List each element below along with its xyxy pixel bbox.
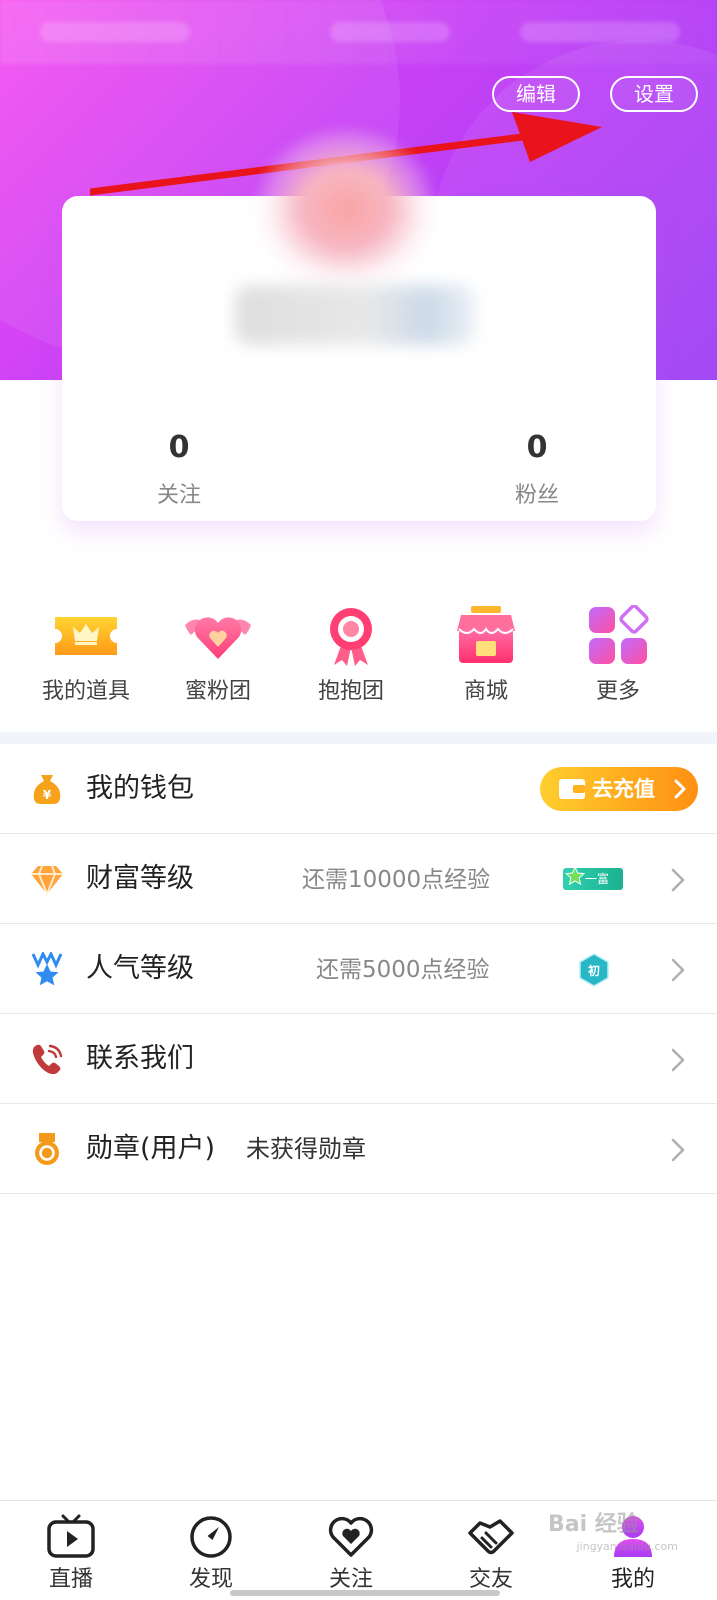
money-bag-icon: ¥ <box>33 775 61 804</box>
quick-fan-club-label: 蜜粉团 <box>184 679 251 704</box>
quick-actions-row: 我的道具 蜜粉团 抱抱团 商城 更多 <box>0 605 717 715</box>
menu-row-medals[interactable]: 勋章(用户) 未获得勋章 <box>0 1104 717 1194</box>
heart-icon <box>328 1516 374 1557</box>
home-indicator[interactable] <box>230 1590 500 1596</box>
tab-discover-label: 发现 <box>188 1567 233 1592</box>
tab-live[interactable]: 直播 <box>26 1513 116 1593</box>
tab-me-label: 我的 <box>610 1567 655 1592</box>
popularity-title: 人气等级 <box>86 953 194 984</box>
winged-heart-icon <box>185 617 251 659</box>
tab-follow-label: 关注 <box>328 1567 373 1592</box>
popularity-progress-text: 还需5000点经验 <box>316 957 490 983</box>
quick-my-props-label: 我的道具 <box>41 679 130 704</box>
chevron-right-icon <box>674 779 686 799</box>
following-label: 关注 <box>156 483 201 508</box>
following-stat[interactable]: 0 关注 <box>99 427 259 509</box>
wealth-badge-text: 一富 <box>585 872 610 886</box>
medals-title: 勋章(用户) <box>86 1133 216 1164</box>
tab-follow[interactable]: 关注 <box>306 1513 396 1593</box>
star-icon <box>565 866 585 886</box>
chevron-right-icon <box>671 958 685 982</box>
menu-list: ¥ 我的钱包 去充值 财富等级 还需10000点经验 一富 人气等级 还需500… <box>0 744 717 1194</box>
status-bar-blurred <box>0 0 717 64</box>
phone-icon <box>32 1044 63 1075</box>
settings-button[interactable]: 设置 <box>610 76 698 112</box>
medals-status: 未获得勋章 <box>246 1135 366 1163</box>
menu-row-wallet[interactable]: ¥ 我的钱包 去充值 <box>0 744 717 834</box>
wallet-title: 我的钱包 <box>86 773 194 804</box>
watermark: Bai 经验 jingyan.baidu.com <box>548 1506 678 1553</box>
star-medal-icon <box>31 952 63 986</box>
quick-my-props[interactable]: 我的道具 <box>16 605 156 705</box>
quick-shop-label: 商城 <box>463 679 508 704</box>
quick-hug-group-label: 抱抱团 <box>317 679 384 704</box>
chevron-right-icon <box>671 1048 685 1072</box>
ticket-crown-icon <box>55 617 117 655</box>
tv-play-icon <box>47 1514 95 1558</box>
quick-more[interactable]: 更多 <box>548 605 688 705</box>
quick-shop[interactable]: 商城 <box>416 605 556 705</box>
chevron-right-icon <box>671 868 685 892</box>
wealth-progress-text: 还需10000点经验 <box>302 867 491 893</box>
svg-text:¥: ¥ <box>43 788 52 802</box>
ribbon-badge-icon <box>330 608 372 666</box>
diamond-icon <box>31 865 63 896</box>
quick-hug-group[interactable]: 抱抱团 <box>281 605 421 705</box>
fans-count: 0 <box>526 430 548 465</box>
menu-row-wealth-level[interactable]: 财富等级 还需10000点经验 一富 <box>0 834 717 924</box>
recharge-label: 去充值 <box>592 777 655 801</box>
contact-title: 联系我们 <box>86 1043 194 1074</box>
wealth-level-badge: 一富 <box>563 866 623 890</box>
fans-label: 粉丝 <box>514 483 559 508</box>
compass-icon <box>190 1516 232 1558</box>
menu-row-contact-us[interactable]: 联系我们 <box>0 1014 717 1104</box>
watermark-text: Bai 经验 <box>548 1512 639 1537</box>
quick-more-label: 更多 <box>595 679 640 704</box>
svg-text:初: 初 <box>588 963 600 978</box>
more-grid-icon <box>589 605 649 664</box>
chevron-right-icon <box>671 1138 685 1162</box>
following-count: 0 <box>168 430 190 465</box>
tab-friends[interactable]: 交友 <box>446 1513 536 1593</box>
wealth-title: 财富等级 <box>86 863 194 894</box>
watermark-subtext: jingyan.baidu.com <box>576 1540 678 1553</box>
fans-stat[interactable]: 0 粉丝 <box>457 427 617 509</box>
medal-icon <box>35 1133 59 1165</box>
wallet-icon <box>559 779 585 799</box>
popularity-level-badge: 初 <box>579 953 609 987</box>
handshake-icon <box>468 1519 514 1555</box>
menu-row-popularity-level[interactable]: 人气等级 还需5000点经验 初 <box>0 924 717 1014</box>
username-blurred <box>235 285 475 345</box>
section-divider <box>0 732 717 744</box>
quick-fan-club[interactable]: 蜜粉团 <box>148 605 288 705</box>
shop-icon <box>457 606 515 663</box>
tab-friends-label: 交友 <box>468 1567 513 1592</box>
tab-live-label: 直播 <box>48 1567 93 1592</box>
edit-profile-button[interactable]: 编辑 <box>492 76 580 112</box>
tab-discover[interactable]: 发现 <box>166 1513 256 1593</box>
recharge-button[interactable]: 去充值 <box>540 767 698 811</box>
